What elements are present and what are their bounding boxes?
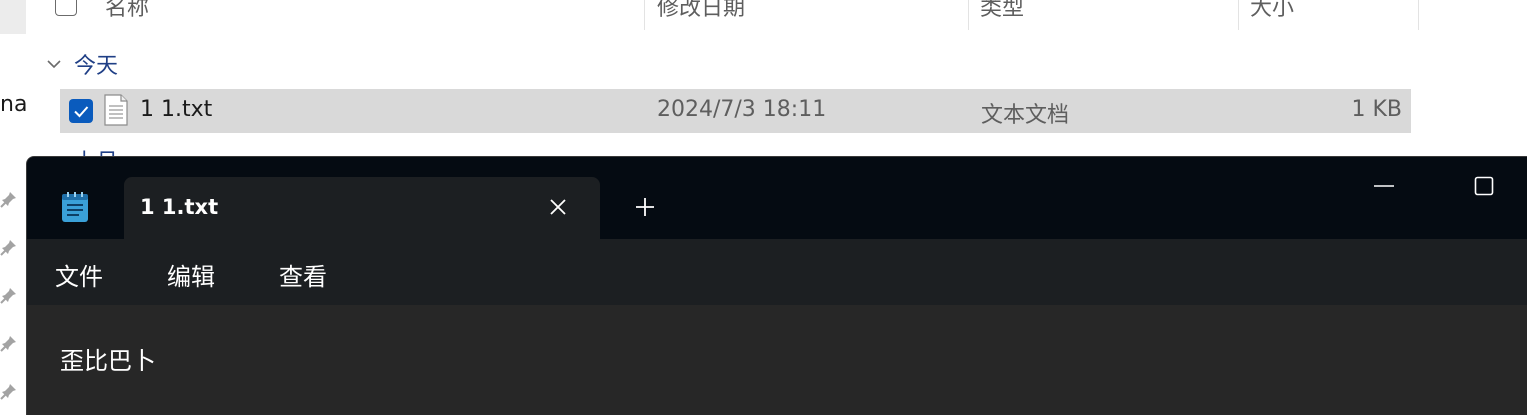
column-type[interactable]: 类型 — [980, 0, 1024, 22]
nav-pane-partial-text: na — [0, 92, 28, 117]
close-icon — [550, 199, 566, 215]
notepad-app-icon — [62, 192, 88, 222]
notepad-window: 1 1.txt 文件 编辑 查看 歪比巴卜 — [26, 156, 1527, 415]
text-editor[interactable]: 歪比巴卜 — [27, 305, 1527, 415]
text-file-icon — [104, 94, 128, 126]
column-header: 名称 修改日期 类型 大小 — [0, 0, 1527, 30]
select-all-checkbox[interactable] — [55, 0, 77, 16]
column-size[interactable]: 大小 — [1250, 0, 1294, 22]
file-modified: 2024/7/3 18:11 — [657, 97, 827, 122]
file-row[interactable]: 1 1.txt 2024/7/3 18:11 文本文档 1 KB — [60, 89, 1411, 133]
new-tab-button[interactable] — [631, 193, 659, 221]
pin-icon — [0, 192, 16, 208]
minimize-icon — [1374, 185, 1394, 187]
menu-file[interactable]: 文件 — [55, 257, 103, 292]
pin-icon — [0, 240, 16, 256]
checkmark-icon — [74, 106, 89, 118]
editor-content[interactable]: 歪比巴卜 — [60, 341, 156, 376]
tab-title: 1 1.txt — [140, 195, 219, 219]
file-size: 1 KB — [1351, 97, 1402, 122]
row-checkbox[interactable] — [69, 99, 93, 123]
column-divider[interactable] — [968, 0, 969, 30]
column-name[interactable]: 名称 — [105, 0, 149, 22]
tab-active[interactable]: 1 1.txt — [124, 177, 600, 239]
menu-view[interactable]: 查看 — [279, 257, 327, 292]
minimize-button[interactable] — [1366, 171, 1402, 201]
plus-icon — [636, 198, 654, 216]
menu-edit[interactable]: 编辑 — [167, 257, 215, 292]
column-divider[interactable] — [644, 0, 645, 30]
group-label: 今天 — [74, 54, 119, 79]
menu-bar: 文件 编辑 查看 — [27, 239, 1527, 305]
group-header-today[interactable]: 今天 — [46, 48, 118, 80]
chevron-down-icon — [47, 60, 61, 69]
column-divider[interactable] — [1238, 0, 1239, 30]
tab-close-button[interactable] — [544, 193, 572, 221]
pin-icon — [0, 336, 16, 352]
maximize-button[interactable] — [1466, 171, 1502, 201]
column-date-modified[interactable]: 修改日期 — [657, 0, 745, 22]
file-name: 1 1.txt — [140, 97, 213, 122]
pin-icon — [0, 288, 16, 304]
pin-icon — [0, 384, 16, 400]
title-bar[interactable]: 1 1.txt — [27, 157, 1527, 239]
column-divider[interactable] — [1418, 0, 1419, 30]
maximize-icon — [1474, 176, 1494, 196]
file-type: 文本文档 — [981, 103, 1070, 128]
